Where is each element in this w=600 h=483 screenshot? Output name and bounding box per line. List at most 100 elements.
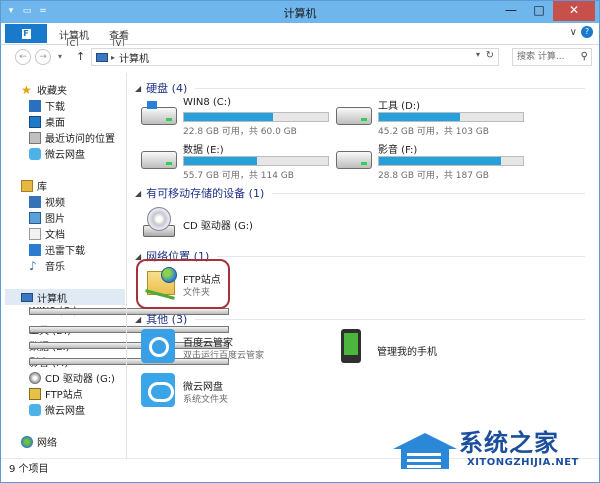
search-input[interactable]: 搜索 计算... ⚲ <box>512 48 592 66</box>
pictures-icon <box>29 211 41 224</box>
sidebar-item-pictures[interactable]: 图片 <box>29 210 65 225</box>
sidebar-item-cd-drive[interactable]: CD 驱动器 (G:) <box>29 370 115 385</box>
drive-usage-fill <box>379 157 502 165</box>
group-header-hard-disks[interactable]: ◢ 硬盘 (4) <box>135 80 585 96</box>
navigation-pane: ★ 收藏夹 下载 桌面 最近访问的位置 微云网盘 库 视频 图片 文档 迅雷下载… <box>1 73 229 458</box>
drive-f[interactable]: 影音 (F:) 28.8 GB 可用，共 187 GB <box>336 141 536 181</box>
sidebar-item-drive-c[interactable]: WIN8 (C:) <box>29 306 229 317</box>
maximize-button[interactable]: □ <box>525 1 553 21</box>
sidebar-item-label: 微云网盘 <box>45 150 85 161</box>
recent-locations-icon[interactable]: ▾ <box>58 52 62 61</box>
system-drive-icon <box>141 101 177 125</box>
computer-icon <box>21 292 33 302</box>
drive-c[interactable]: WIN8 (C:) 22.8 GB 可用，共 60.0 GB <box>141 97 341 137</box>
sidebar-item-label: 视频 <box>45 198 65 209</box>
sidebar-item-music[interactable]: ♪ 音乐 <box>29 258 65 274</box>
sidebar-item-downloads[interactable]: 下载 <box>29 98 65 113</box>
sidebar-item-ftp[interactable]: FTP站点 <box>29 386 83 401</box>
group-header-removable[interactable]: ◢ 有可移动存储的设备 (1) <box>135 185 585 201</box>
drive-free-space: 45.2 GB 可用，共 103 GB <box>378 127 489 137</box>
sidebar-item-drive-f[interactable]: 影音 (F:) <box>29 354 229 369</box>
drive-usage-fill <box>184 157 258 165</box>
recent-places-icon <box>29 131 41 144</box>
sidebar-item-weiyun-2[interactable]: 微云网盘 <box>29 402 85 417</box>
star-icon: ★ <box>21 82 32 97</box>
sidebar-libraries[interactable]: 库 <box>21 178 47 193</box>
sidebar-item-documents[interactable]: 文档 <box>29 226 65 241</box>
cd-drive-icon <box>29 371 41 384</box>
sidebar-item-videos[interactable]: 视频 <box>29 194 65 209</box>
breadcrumb-computer[interactable]: 计算机 <box>119 50 149 65</box>
ftp-site-item[interactable]: FTP站点 文件夹 <box>141 265 231 305</box>
address-dropdown-icon[interactable]: ▾ <box>476 50 480 59</box>
weiyun-desc: 系统文件夹 <box>183 395 229 405</box>
sidebar-item-desktop[interactable]: 桌面 <box>29 114 65 129</box>
drive-name: 数据 (E:) <box>183 145 224 156</box>
drive-name: 影音 (F:) <box>378 145 418 156</box>
help-icon[interactable]: ? <box>581 26 593 38</box>
manage-phone-item[interactable]: 管理我的手机 <box>335 329 485 365</box>
weiyun-name: 微云网盘 <box>183 382 223 393</box>
baidu-cloud-desc: 双击运行百度云管家 <box>183 351 265 361</box>
group-header-other[interactable]: ◢ 其他 (3) <box>135 311 585 327</box>
drive-usage-fill <box>184 113 274 121</box>
path-separator-icon[interactable]: ▸ <box>111 53 115 62</box>
cd-drive-item[interactable]: CD 驱动器 (G:) <box>141 205 281 241</box>
collapse-chevron-icon[interactable]: ◢ <box>135 315 141 324</box>
sidebar-computer-label: 计算机 <box>37 293 67 305</box>
minimize-button[interactable]: — <box>497 1 525 21</box>
up-button[interactable]: ↑ <box>76 50 85 63</box>
sidebar-item-label: CD 驱动器 (G:) <box>45 374 115 385</box>
drive-free-space: 28.8 GB 可用，共 187 GB <box>378 171 489 181</box>
navigation-bar: ← → ▾ ↑ ▸ 计算机 ▾ ↻ 搜索 计算... ⚲ <box>1 46 599 70</box>
sidebar-libraries-label: 库 <box>37 182 47 193</box>
sidebar-item-label: 音乐 <box>45 262 65 273</box>
sidebar-item-drive-e[interactable]: 数据 (E:) <box>29 338 229 353</box>
close-button[interactable]: ✕ <box>553 1 595 21</box>
watermark-url: XITONGZHIJIA.NET <box>467 457 579 468</box>
refresh-icon[interactable]: ↻ <box>486 50 494 61</box>
forward-button[interactable]: → <box>35 49 51 65</box>
video-icon <box>29 195 41 208</box>
content-pane: ◢ 硬盘 (4) WIN8 (C:) 22.8 GB 可用，共 60.0 GB … <box>127 73 599 458</box>
search-icon[interactable]: ⚲ <box>581 49 588 65</box>
group-title: 有可移动存储的设备 (1) <box>146 187 265 200</box>
watermark-body <box>401 449 449 469</box>
sidebar-computer[interactable]: 计算机 <box>5 289 125 305</box>
sidebar-favorites[interactable]: ★ 收藏夹 <box>21 82 67 98</box>
back-button[interactable]: ← <box>15 49 31 65</box>
watermark-lines <box>407 453 441 456</box>
sidebar-item-thunder[interactable]: 迅雷下载 <box>29 242 85 257</box>
baidu-cloud-item[interactable]: 百度云管家 双击运行百度云管家 <box>141 329 291 365</box>
weiyun-item[interactable]: 微云网盘 系统文件夹 <box>141 373 291 409</box>
group-divider <box>217 255 585 257</box>
sidebar-item-drive-d[interactable]: 工具 (D:) <box>29 322 229 337</box>
group-divider <box>272 192 585 194</box>
drive-free-space: 22.8 GB 可用，共 60.0 GB <box>183 127 297 137</box>
collapse-chevron-icon[interactable]: ◢ <box>135 252 141 261</box>
drive-d[interactable]: 工具 (D:) 45.2 GB 可用，共 103 GB <box>336 97 536 137</box>
address-bar[interactable]: ▸ 计算机 ▾ ↻ <box>91 48 499 66</box>
manage-phone-name: 管理我的手机 <box>377 347 437 358</box>
drive-usage-bar <box>378 156 524 166</box>
item-count: 9 个项目 <box>9 464 49 475</box>
sidebar-item-recent[interactable]: 最近访问的位置 <box>29 130 115 145</box>
file-tab[interactable]: F <box>5 24 47 43</box>
collapse-chevron-icon[interactable]: ◢ <box>135 189 141 198</box>
ftp-site-name: FTP站点 <box>183 275 221 286</box>
watermark-roof <box>393 433 457 449</box>
sidebar-item-label: 文档 <box>45 230 65 241</box>
drive-icon <box>336 151 372 169</box>
drive-usage-bar <box>378 112 524 122</box>
drive-e[interactable]: 数据 (E:) 55.7 GB 可用，共 114 GB <box>141 141 341 181</box>
sidebar-item-weiyun[interactable]: 微云网盘 <box>29 146 85 161</box>
collapse-chevron-icon[interactable]: ◢ <box>135 84 141 93</box>
watermark-logo: 系统之家 XITONGZHIJIA.NET <box>387 419 599 481</box>
search-placeholder: 搜索 计算... <box>517 52 565 62</box>
drive-name: 工具 (D:) <box>378 101 421 112</box>
cd-drive-icon <box>141 205 177 241</box>
sidebar-network[interactable]: 网络 <box>21 434 57 449</box>
expand-ribbon-icon[interactable]: ∨ <box>570 27 577 38</box>
sidebar-item-label: 图片 <box>45 214 65 225</box>
ftp-site-type: 文件夹 <box>183 288 211 298</box>
